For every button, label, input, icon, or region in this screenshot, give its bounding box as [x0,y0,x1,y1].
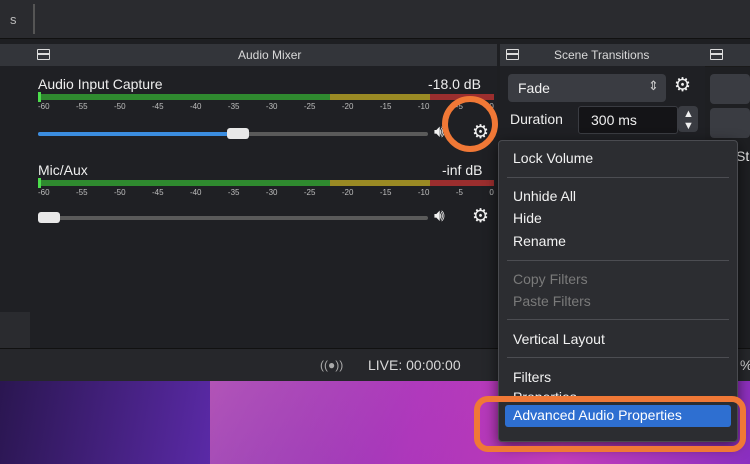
live-timer: LIVE: 00:00:00 [368,357,461,373]
duration-label: Duration [510,111,563,127]
broadcast-icon: ((●)) [320,358,344,372]
scene-transitions-header[interactable]: Scene Transitions [500,44,750,67]
channel-name: Audio Input Capture [38,76,163,92]
duration-stepper[interactable]: ▲ ▼ [678,106,698,132]
tick-label: -50 [113,188,126,197]
menu-item-hide[interactable]: Hide [513,210,542,226]
menu-separator [507,177,729,178]
tick-label: -55 [75,188,88,197]
speaker-icon[interactable]: 🔊︎ [434,206,445,226]
menu-separator [507,319,729,320]
menu-item-filters[interactable]: Filters [513,369,551,385]
tick-label: -35 [227,102,240,111]
transition-select-value: Fade [518,80,550,96]
dock-float-icon[interactable] [710,49,723,60]
tick-label: -40 [189,102,202,111]
status-percent-fragment: % [740,357,750,373]
stepper-arrows-icon: ▲ ▼ [683,108,694,132]
topbar-fragment: s [10,12,17,27]
tick-label: -30 [265,102,278,111]
toolbar-separator [33,4,35,34]
audio-mixer-title: Audio Mixer [238,48,302,62]
annotation-highlight-box [474,396,746,452]
tick-label: -15 [379,102,392,111]
volume-slider-handle[interactable] [227,128,249,139]
tick-label: -10 [417,188,430,197]
side-panel-sliver [0,312,30,348]
tick-label: -20 [341,188,354,197]
gear-icon[interactable]: ⚙︎ [472,205,489,228]
spin-arrows-icon: ⇕ [648,78,659,93]
right-control-button[interactable] [710,74,750,104]
tick-label: 0 [489,188,494,197]
desktop-wallpaper-highlight [210,376,510,464]
tick-label: -60 [38,102,50,111]
tick-label: -35 [227,188,240,197]
menu-separator [507,357,729,358]
menu-item-rename[interactable]: Rename [513,233,566,249]
audio-mixer-header[interactable]: Audio Mixer [0,44,497,67]
volume-slider[interactable] [38,216,428,220]
right-control-button[interactable] [710,108,750,138]
tick-label: -20 [341,102,354,111]
tick-label: -45 [151,102,164,111]
annotation-circle [442,96,498,152]
tick-label: -25 [303,188,316,197]
dock-float-icon[interactable] [506,49,519,60]
tick-label: -60 [38,188,50,197]
dock-float-icon[interactable] [37,49,50,60]
duration-input[interactable]: 300 ms [578,106,678,134]
transition-select[interactable]: Fade ⇕ [508,74,666,102]
tick-label: -50 [113,102,126,111]
menu-item-lock-volume[interactable]: Lock Volume [513,150,593,166]
menu-item-vertical-layout[interactable]: Vertical Layout [513,331,605,347]
volume-meter [38,180,494,186]
top-toolbar: s [0,0,750,39]
peak-indicator [38,178,41,188]
channel-level: -18.0 dB [428,76,481,92]
menu-item-paste-filters: Paste Filters [513,293,591,309]
transition-properties-gear-icon[interactable]: ⚙︎ [674,74,691,97]
tick-label: -25 [303,102,316,111]
peak-indicator [38,92,41,102]
tick-label: -55 [75,102,88,111]
channel-level: -inf dB [442,162,483,178]
volume-slider-fill [38,132,228,136]
menu-item-copy-filters: Copy Filters [513,271,588,287]
scene-transitions-title: Scene Transitions [554,48,650,62]
tick-label: -5 [455,188,463,197]
channel-name: Mic/Aux [38,162,88,178]
tick-label: -30 [265,188,278,197]
menu-item-unhide-all[interactable]: Unhide All [513,188,576,204]
volume-meter [38,94,494,100]
meter-ticks: -60 -55 -50 -45 -40 -35 -30 -25 -20 -15 … [38,102,494,111]
menu-separator [507,260,729,261]
tick-label: -45 [151,188,164,197]
meter-ticks: -60 -55 -50 -45 -40 -35 -30 -25 -20 -15 … [38,188,494,197]
duration-value: 300 ms [591,112,637,128]
audio-mixer-panel: Audio Input Capture -18.0 dB -60 -55 -50… [0,66,497,348]
tick-label: -10 [417,102,430,111]
tick-label: -40 [189,188,202,197]
tick-label: -15 [379,188,392,197]
volume-slider-handle[interactable] [38,212,60,223]
